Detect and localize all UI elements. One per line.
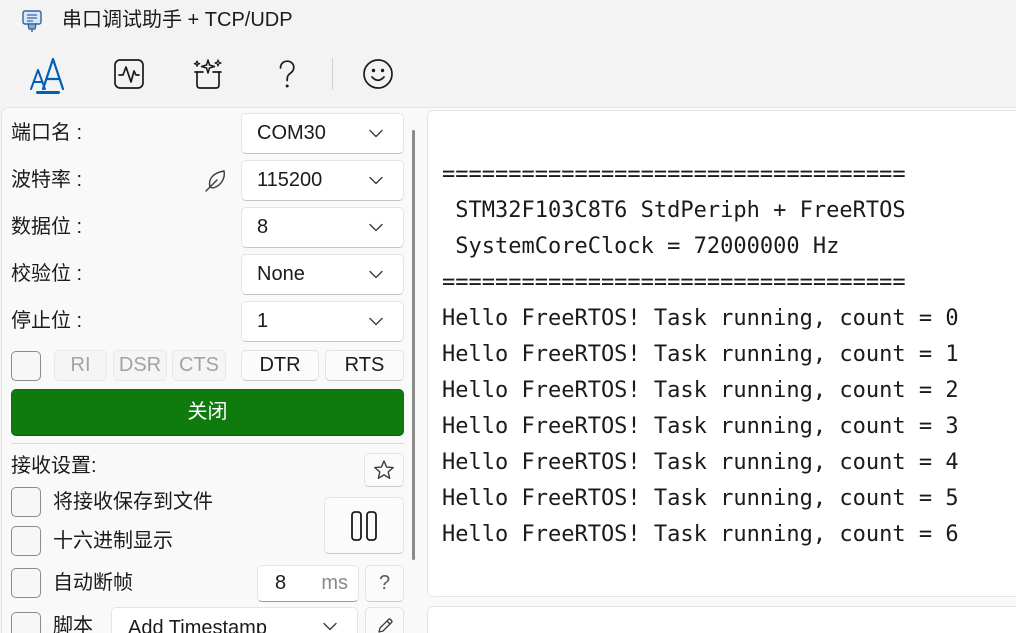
signals-enable-checkbox[interactable] xyxy=(11,351,41,381)
edit-script-button[interactable] xyxy=(365,607,404,633)
chevron-down-icon xyxy=(369,176,383,185)
toolbar xyxy=(0,50,420,100)
parity-label: 校验位 : xyxy=(11,263,83,285)
stopbits-label: 停止位 : xyxy=(11,310,83,332)
chevron-down-icon xyxy=(369,270,383,279)
port-label: 端口名 : xyxy=(11,122,83,144)
pause-button[interactable] xyxy=(324,497,404,554)
output-line: Hello FreeRTOS! Task running, count = 0 xyxy=(442,306,959,331)
output-line: STM32F103C8T6 StdPeriph + FreeRTOS xyxy=(442,198,906,223)
cts-button: CTS xyxy=(172,350,226,381)
databits-value: 8 xyxy=(257,216,269,238)
databits-combobox[interactable]: 8 xyxy=(241,207,404,248)
window-title: 串口调试助手 + TCP/UDP xyxy=(62,9,293,31)
chevron-down-icon xyxy=(369,317,383,326)
script-checkbox[interactable] xyxy=(11,612,41,633)
settings-pane: 端口名 : COM30 波特率 : 115200 数据位 : 8 校验位 : N… xyxy=(0,108,424,633)
port-combobox[interactable]: COM30 xyxy=(241,113,404,154)
toolbar-separator xyxy=(332,58,333,90)
pause-icon xyxy=(351,510,377,541)
rts-button[interactable]: RTS xyxy=(325,350,404,381)
port-row: 端口名 : COM30 xyxy=(0,113,410,154)
output-line: Hello FreeRTOS! Task running, count = 2 xyxy=(442,378,959,403)
parity-row: 校验位 : None xyxy=(0,254,410,295)
parity-combobox[interactable]: None xyxy=(241,254,404,295)
hex-display-checkbox[interactable] xyxy=(11,526,41,556)
settings-scrollbar[interactable] xyxy=(412,130,415,560)
selected-indicator xyxy=(36,91,60,94)
frame-timeout-value: 8 xyxy=(275,572,287,594)
baud-label: 波特率 : xyxy=(11,169,83,191)
stopbits-row: 停止位 : 1 xyxy=(0,301,410,342)
auto-frame-label: 自动断帧 xyxy=(53,572,133,594)
sparkle-icon xyxy=(193,59,222,89)
feather-icon[interactable] xyxy=(203,168,229,194)
auto-frame-checkbox[interactable] xyxy=(11,568,41,598)
send-input-panel[interactable] xyxy=(427,606,1016,633)
toolbar-help-button[interactable] xyxy=(262,50,312,98)
chevron-down-icon xyxy=(323,622,337,631)
output-line: Hello FreeRTOS! Task running, count = 6 xyxy=(442,522,959,547)
toolbar-format-button[interactable] xyxy=(23,50,73,98)
ri-button: RI xyxy=(54,350,107,381)
save-to-file-checkbox[interactable] xyxy=(11,487,41,517)
output-line: SystemCoreClock = 72000000 Hz xyxy=(442,234,840,259)
chevron-down-icon xyxy=(369,129,383,138)
text-font-icon xyxy=(30,57,65,91)
baud-row: 波特率 : 115200 xyxy=(0,160,410,201)
question-icon xyxy=(279,60,295,88)
section-divider xyxy=(11,443,404,444)
smiley-icon xyxy=(363,59,393,89)
serial-port-icon xyxy=(22,10,42,32)
output-line: Hello FreeRTOS! Task running, count = 5 xyxy=(442,486,959,511)
baud-value: 115200 xyxy=(257,169,323,191)
stopbits-value: 1 xyxy=(257,310,269,332)
chevron-down-icon xyxy=(369,223,383,232)
receive-settings-title: 接收设置: xyxy=(11,455,97,477)
script-combobox[interactable]: Add Timestamp xyxy=(111,607,358,633)
output-line: =================================== xyxy=(442,162,906,187)
title-bar: 串口调试助手 + TCP/UDP xyxy=(0,0,1016,44)
stopbits-combobox[interactable]: 1 xyxy=(241,301,404,342)
signal-lines-row: RI DSR CTS DTR RTS xyxy=(0,350,410,381)
output-line: Hello FreeRTOS! Task running, count = 3 xyxy=(442,414,959,439)
dtr-button[interactable]: DTR xyxy=(241,350,319,381)
parity-value: None xyxy=(257,263,305,285)
toolbar-sparkle-button[interactable] xyxy=(183,50,233,98)
favorite-button[interactable] xyxy=(364,453,404,487)
dsr-button: DSR xyxy=(113,350,167,381)
output-line: =================================== xyxy=(442,270,906,295)
port-value: COM30 xyxy=(257,122,326,144)
baud-combobox[interactable]: 115200 xyxy=(241,160,404,201)
databits-row: 数据位 : 8 xyxy=(0,207,410,248)
output-line: Hello FreeRTOS! Task running, count = 1 xyxy=(442,342,959,367)
waveform-icon xyxy=(114,59,144,89)
output-line: Hello FreeRTOS! Task running, count = 4 xyxy=(442,450,959,475)
save-to-file-label: 将接收保存到文件 xyxy=(53,491,213,513)
frame-timeout-unit: ms xyxy=(321,572,348,594)
close-port-button[interactable]: 关闭 xyxy=(11,389,404,436)
toolbar-waveform-button[interactable] xyxy=(104,50,154,98)
databits-label: 数据位 : xyxy=(11,216,83,238)
script-label: 脚本 xyxy=(53,615,93,633)
pencil-icon xyxy=(378,618,393,633)
hex-display-label: 十六进制显示 xyxy=(53,530,173,552)
script-value: Add Timestamp xyxy=(128,617,267,633)
auto-frame-help-button[interactable]: ? xyxy=(365,565,404,602)
star-icon xyxy=(374,460,394,479)
receive-output-panel[interactable]: =================================== STM3… xyxy=(427,110,1016,597)
toolbar-emoji-button[interactable] xyxy=(353,50,403,98)
frame-timeout-input[interactable]: 8 ms xyxy=(257,565,359,602)
